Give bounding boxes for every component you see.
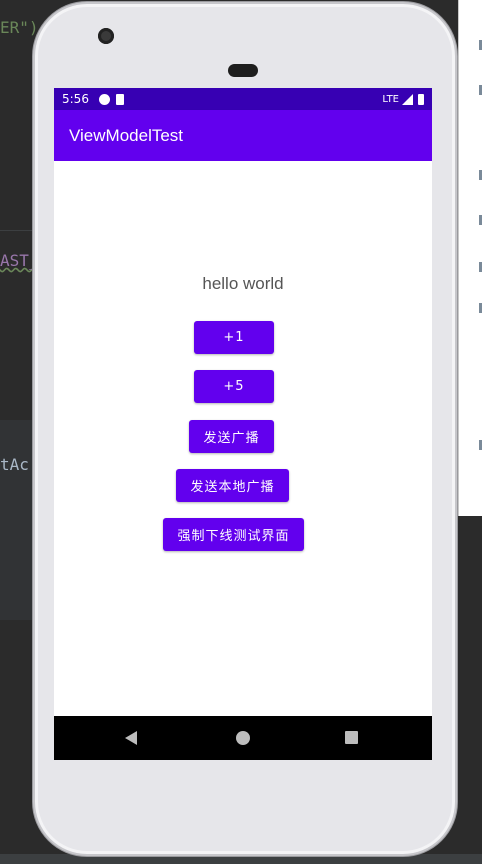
hello-text: hello world: [202, 274, 284, 293]
send-local-broadcast-button[interactable]: 发送本地广播: [176, 469, 289, 502]
battery-icon: [418, 93, 424, 105]
recents-icon[interactable]: [345, 731, 358, 744]
front-camera: [98, 28, 114, 44]
force-offline-test-button[interactable]: 强制下线测试界面: [163, 518, 304, 551]
navigation-bar: [54, 716, 432, 760]
network-type: LTE: [382, 93, 399, 105]
code-fragment: ER"): [0, 18, 39, 37]
plus-one-button[interactable]: +1: [194, 321, 274, 354]
status-bar: 5:56 LTE: [54, 88, 432, 110]
status-time: 5:56: [62, 92, 89, 106]
app-bar: ViewModelTest: [54, 110, 432, 161]
ide-side-toolbar: [458, 0, 482, 516]
back-icon[interactable]: [125, 731, 137, 745]
notification-icon: [98, 93, 110, 105]
app-title: ViewModelTest: [69, 125, 184, 145]
signal-icon: [402, 93, 413, 105]
plus-five-button[interactable]: +5: [194, 370, 274, 403]
send-broadcast-button[interactable]: 发送广播: [189, 420, 274, 453]
main-content: hello world +1 +5 发送广播 发送本地广播 强制下线测试界面: [54, 161, 432, 716]
code-fragment: tAc: [0, 455, 29, 474]
home-icon[interactable]: [236, 731, 250, 745]
phone-frame: 5:56 LTE ViewModelTest hello world +1 +5…: [33, 2, 457, 856]
sd-card-icon: [115, 93, 124, 105]
ide-side-panel: [458, 516, 482, 864]
earpiece-speaker: [228, 64, 258, 77]
device-screen: 5:56 LTE ViewModelTest hello world +1 +5…: [54, 88, 432, 760]
